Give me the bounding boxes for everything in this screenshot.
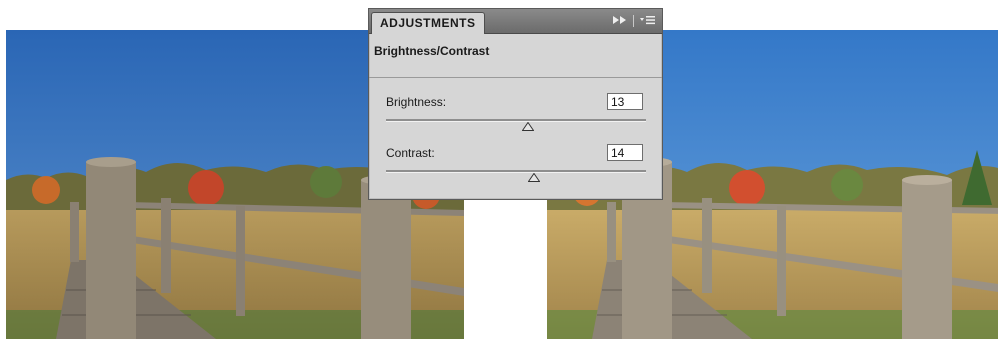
divider: [369, 77, 662, 78]
panel-controls: [613, 9, 656, 33]
contrast-slider-track[interactable]: [386, 170, 646, 173]
adjustments-panel: ADJUSTMENTS Brightness/Contrast Brightne…: [368, 8, 663, 200]
panel-tab-bar: ADJUSTMENTS: [369, 9, 662, 34]
brightness-label: Brightness:: [386, 95, 447, 109]
panel-menu-icon[interactable]: [640, 15, 656, 28]
double-arrow-icon[interactable]: [613, 15, 627, 27]
brightness-slider-track[interactable]: [386, 119, 646, 122]
brightness-slider-thumb[interactable]: [522, 122, 534, 131]
contrast-label: Contrast:: [386, 146, 435, 160]
contrast-input[interactable]: 14: [607, 144, 643, 161]
tab-adjustments[interactable]: ADJUSTMENTS: [371, 12, 485, 34]
contrast-slider-thumb[interactable]: [528, 173, 540, 182]
adjustment-title: Brightness/Contrast: [374, 44, 490, 58]
brightness-input[interactable]: 13: [607, 93, 643, 110]
divider: [633, 15, 634, 27]
